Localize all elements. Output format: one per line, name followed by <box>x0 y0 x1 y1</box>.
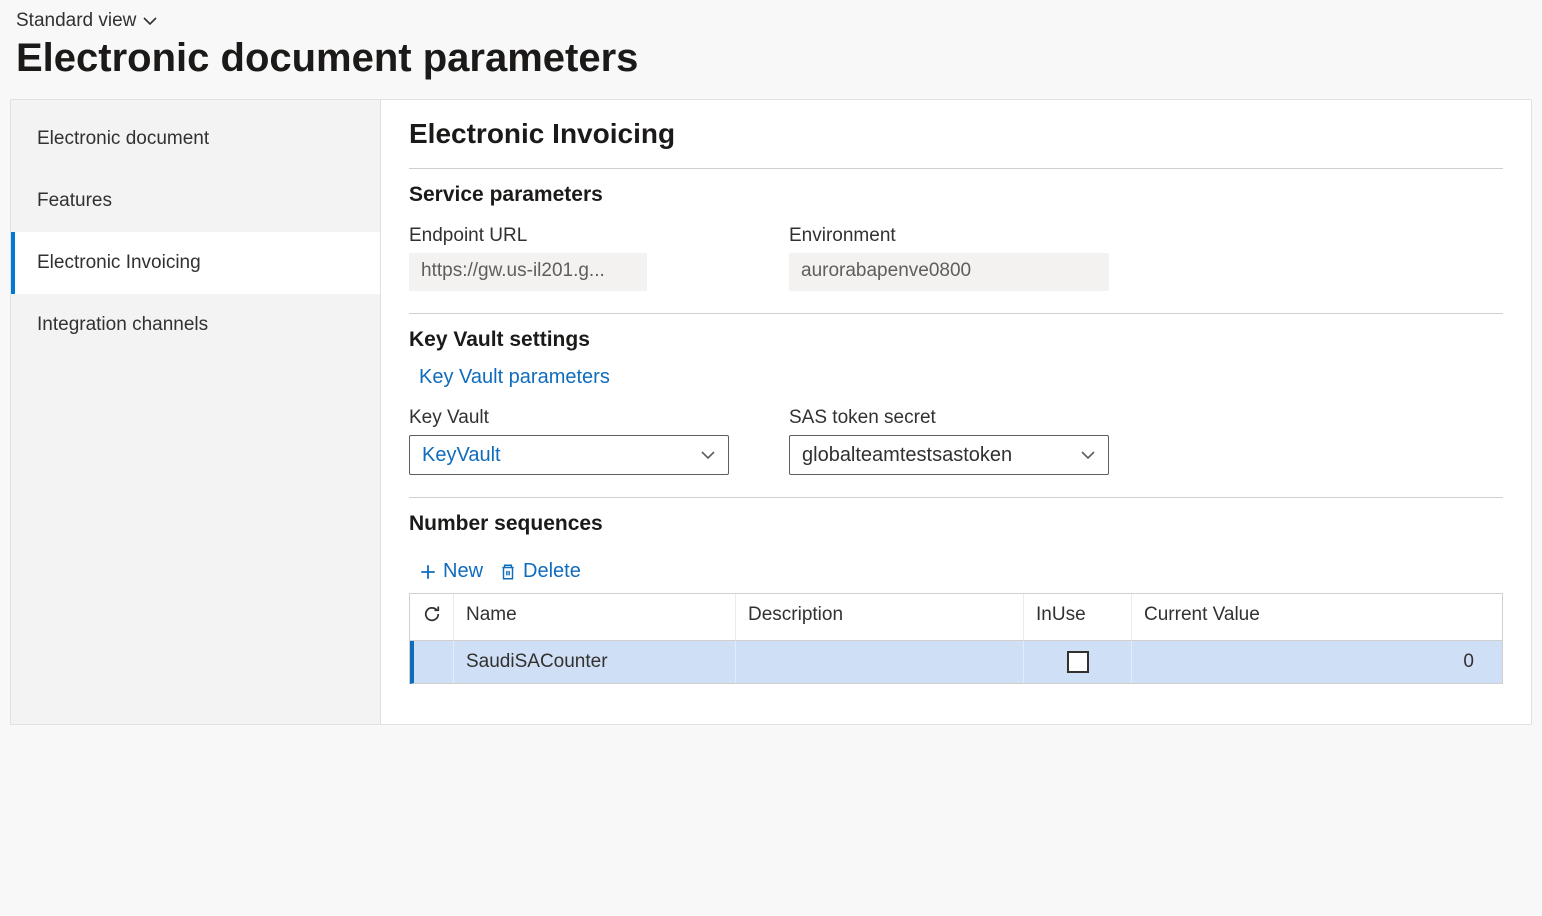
number-sequences-section: Number sequences New Delete Name De <box>409 497 1503 706</box>
environment-group: Environment aurorabapenve0800 <box>789 225 1109 291</box>
sidebar: Electronic document Features Electronic … <box>10 99 380 725</box>
refresh-icon <box>422 604 442 624</box>
sidebar-item-label: Features <box>37 190 112 211</box>
grid-toolbar: New Delete <box>409 554 1503 593</box>
page-header: Standard view Electronic document parame… <box>0 0 1542 99</box>
trash-icon <box>499 563 517 581</box>
row-name-cell[interactable]: SaudiSACounter <box>454 641 736 683</box>
number-sequences-grid: Name Description InUse Current Value Sau… <box>409 593 1503 684</box>
sidebar-item-features[interactable]: Features <box>11 170 380 232</box>
key-vault-group: Key Vault KeyVault <box>409 407 729 475</box>
new-button[interactable]: New <box>419 560 483 583</box>
delete-button[interactable]: Delete <box>499 560 581 583</box>
sidebar-item-electronic-document[interactable]: Electronic document <box>11 108 380 170</box>
key-vault-parameters-link[interactable]: Key Vault parameters <box>419 366 610 389</box>
new-button-label: New <box>443 560 483 583</box>
column-header-description[interactable]: Description <box>736 594 1024 640</box>
plus-icon <box>419 563 437 581</box>
sidebar-item-label: Integration channels <box>37 314 208 335</box>
delete-button-label: Delete <box>523 560 581 583</box>
column-header-name[interactable]: Name <box>454 594 736 640</box>
key-vault-dropdown[interactable]: KeyVault <box>409 435 729 475</box>
sidebar-item-label: Electronic Invoicing <box>37 252 201 273</box>
content-wrapper: Electronic document Features Electronic … <box>0 99 1542 725</box>
main-panel: Electronic Invoicing Service parameters … <box>380 99 1532 725</box>
sidebar-item-electronic-invoicing[interactable]: Electronic Invoicing <box>11 232 380 294</box>
view-selector[interactable]: Standard view <box>16 10 158 32</box>
refresh-column-header[interactable] <box>410 594 454 640</box>
sas-token-dropdown[interactable]: globalteamtestsastoken <box>789 435 1109 475</box>
chevron-down-icon <box>700 447 716 463</box>
inuse-checkbox[interactable] <box>1067 651 1089 673</box>
key-vault-title: Key Vault settings <box>409 328 1503 352</box>
row-inuse-cell[interactable] <box>1024 641 1132 683</box>
page-title: Electronic document parameters <box>16 36 1526 81</box>
table-row[interactable]: SaudiSACounter 0 <box>410 641 1502 684</box>
key-vault-value: KeyVault <box>422 444 501 467</box>
tab-heading: Electronic Invoicing <box>409 118 1503 150</box>
column-header-current-value[interactable]: Current Value <box>1132 594 1502 640</box>
sas-token-group: SAS token secret globalteamtestsastoken <box>789 407 1109 475</box>
chevron-down-icon <box>142 13 158 29</box>
service-parameters-section: Service parameters Endpoint URL https://… <box>409 168 1503 313</box>
row-description-cell[interactable] <box>736 641 1024 683</box>
key-vault-section: Key Vault settings Key Vault parameters … <box>409 313 1503 497</box>
row-current-value-cell[interactable]: 0 <box>1132 641 1502 683</box>
endpoint-url-group: Endpoint URL https://gw.us-il201.g... <box>409 225 729 291</box>
endpoint-url-label: Endpoint URL <box>409 225 729 247</box>
row-selector-cell[interactable] <box>414 641 454 683</box>
sas-token-label: SAS token secret <box>789 407 1109 429</box>
grid-header-row: Name Description InUse Current Value <box>410 594 1502 641</box>
chevron-down-icon <box>1080 447 1096 463</box>
sas-token-value: globalteamtestsastoken <box>802 444 1012 467</box>
environment-field[interactable]: aurorabapenve0800 <box>789 253 1109 291</box>
view-selector-label: Standard view <box>16 10 136 32</box>
endpoint-url-field[interactable]: https://gw.us-il201.g... <box>409 253 647 291</box>
environment-label: Environment <box>789 225 1109 247</box>
sidebar-item-integration-channels[interactable]: Integration channels <box>11 294 380 356</box>
key-vault-label: Key Vault <box>409 407 729 429</box>
number-sequences-title: Number sequences <box>409 512 1503 536</box>
sidebar-item-label: Electronic document <box>37 128 209 149</box>
service-parameters-title: Service parameters <box>409 183 1503 207</box>
column-header-inuse[interactable]: InUse <box>1024 594 1132 640</box>
